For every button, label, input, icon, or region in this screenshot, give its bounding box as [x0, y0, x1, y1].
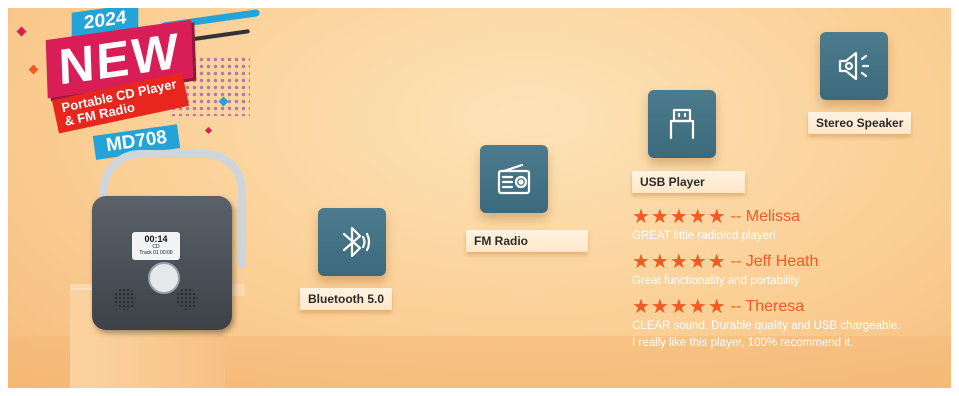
star-rating-icon: ★★★★★ [632, 206, 727, 228]
sparkle-icon [16, 26, 27, 37]
radio-icon [480, 145, 548, 213]
review-text: CLEAR sound. Durable quality and USB cha… [632, 320, 901, 332]
review-item: ★★★★★ -- Theresa CLEAR sound. Durable qu… [632, 296, 952, 352]
star-rating-icon: ★★★★★ [632, 251, 727, 273]
review-text: Great functionality and portability [632, 275, 800, 287]
sparkle-icon [204, 126, 213, 135]
screen-time: 00:14 [144, 234, 168, 244]
new-badge: 2024 NEW Portable CD Player & FM Radio M… [10, 3, 261, 166]
volume-knob [148, 262, 180, 294]
cd-radio-device: 00:14 CD Track 01 00:00 [92, 196, 232, 330]
feature-label-usb-player: USB Player [632, 171, 745, 193]
reviewer-name: -- Theresa [730, 298, 805, 315]
reviews-section: ★★★★★ -- Melissa GREAT little radio/cd p… [632, 206, 952, 358]
speaker-grill-right [176, 288, 198, 310]
review-text: GREAT little radio/cd player! [632, 230, 777, 242]
speaker-icon [820, 32, 888, 100]
device-screen: 00:14 CD Track 01 00:00 [132, 232, 180, 260]
speaker-grill-left [114, 288, 136, 310]
screen-track: Track 01 00:00 [139, 250, 173, 256]
feature-label-bluetooth: Bluetooth 5.0 [300, 288, 393, 310]
usb-icon [648, 90, 716, 158]
product-banner: 2024 NEW Portable CD Player & FM Radio M… [0, 0, 959, 396]
feature-label-stereo-speaker: Stereo Speaker [808, 112, 912, 134]
review-item: ★★★★★ -- Melissa GREAT little radio/cd p… [632, 206, 952, 245]
sparkle-icon [28, 64, 39, 75]
reviewer-name: -- Melissa [730, 208, 800, 225]
reviewer-name: -- Jeff Heath [730, 253, 819, 270]
bluetooth-icon [318, 208, 386, 276]
review-item: ★★★★★ -- Jeff Heath Great functionality … [632, 251, 952, 290]
star-rating-icon: ★★★★★ [632, 296, 727, 318]
review-text-line2: I really like this player, 100% recommen… [632, 337, 854, 349]
feature-label-fm-radio: FM Radio [466, 230, 588, 252]
